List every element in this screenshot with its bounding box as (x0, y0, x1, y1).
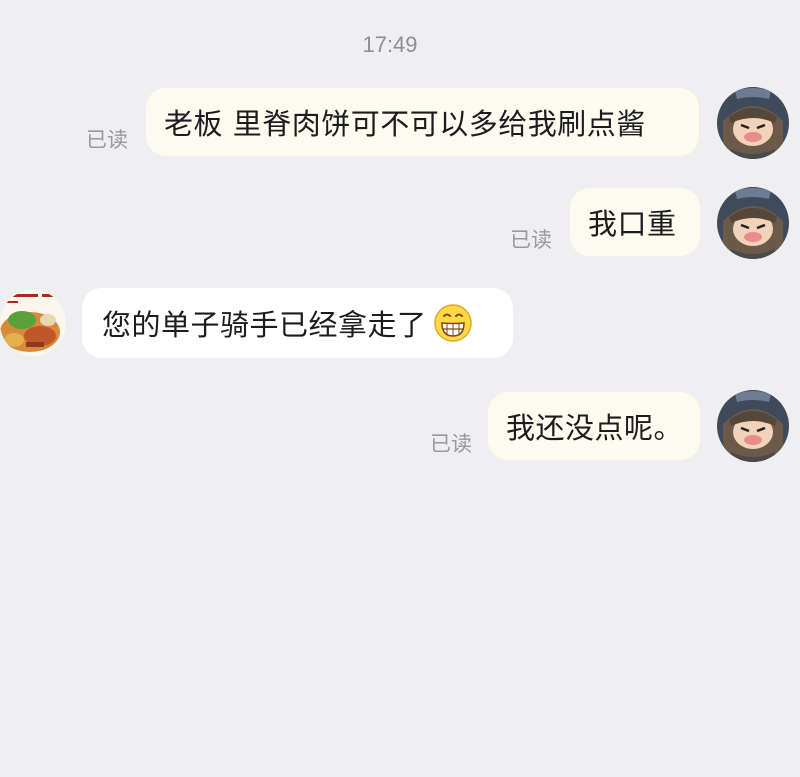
user-avatar[interactable] (717, 187, 789, 259)
message-bubble-outgoing[interactable]: 老板 里脊肉饼可不可以多给我刷点酱 (146, 88, 699, 156)
cartoon-avatar-icon (717, 187, 789, 259)
cartoon-avatar-icon (717, 87, 789, 159)
message-timestamp: 17:49 (362, 32, 418, 57)
user-avatar[interactable] (717, 390, 789, 462)
message-bubble-outgoing[interactable]: 我还没点呢。 (488, 392, 700, 460)
top-bar-fragment (725, 0, 795, 8)
top-bar-fragment (655, 0, 715, 8)
read-status: 已读 (430, 432, 472, 456)
read-status: 已读 (510, 228, 552, 252)
message-bubble-outgoing[interactable]: 我口重 (570, 188, 700, 256)
grinning-face-icon (433, 303, 473, 343)
read-status: 已读 (86, 128, 128, 152)
user-avatar[interactable] (717, 87, 789, 159)
cartoon-avatar-icon (717, 390, 789, 462)
message-text: 我口重 (588, 207, 677, 241)
food-avatar-icon (0, 290, 66, 356)
message-bubble-incoming[interactable]: 您的单子骑手已经拿走了 (82, 288, 513, 358)
shop-avatar[interactable] (0, 290, 66, 356)
message-text: 我还没点呢。 (506, 411, 684, 445)
message-text: 您的单子骑手已经拿走了 (102, 308, 427, 342)
message-text: 老板 里脊肉饼可不可以多给我刷点酱 (164, 107, 646, 141)
